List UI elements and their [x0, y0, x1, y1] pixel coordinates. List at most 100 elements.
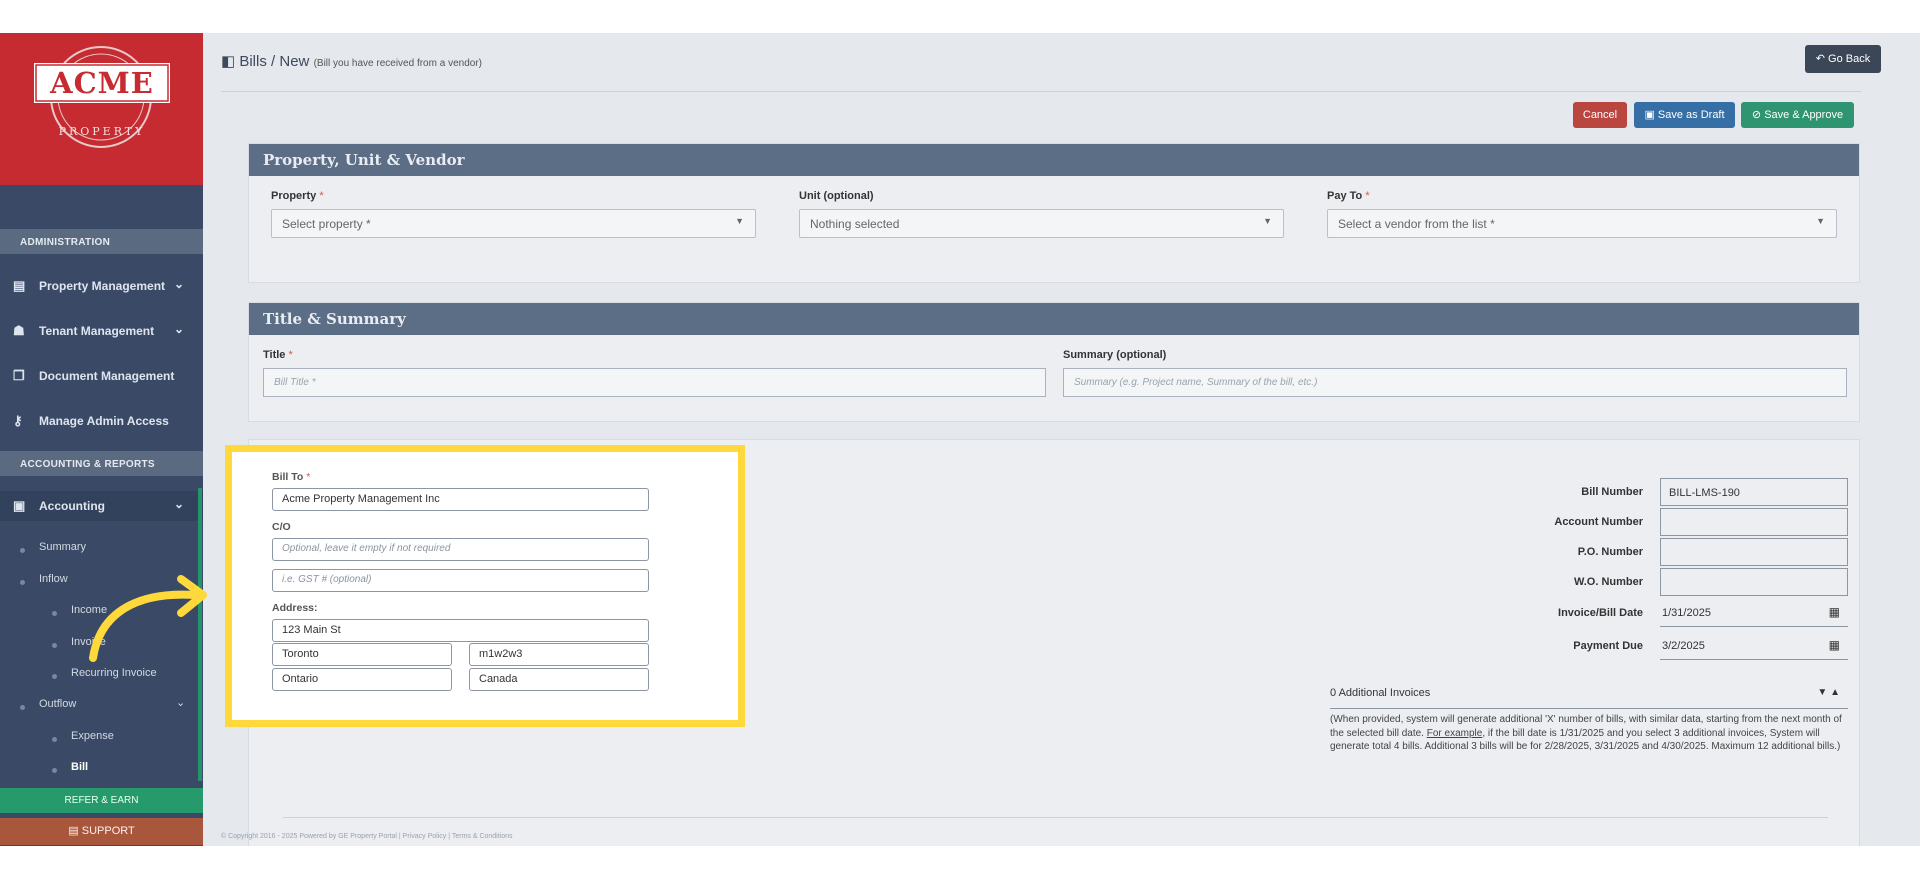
sidebar-item-label: Property Management	[39, 279, 166, 293]
bill-number-label: Bill Number	[1581, 486, 1643, 498]
city-input[interactable]: Toronto	[272, 643, 452, 666]
sidebar-sub-outflow[interactable]: Outflow	[39, 698, 76, 710]
sidebar-item-label: Manage Admin Access	[39, 414, 169, 428]
sidebar-item-manage-admin-access[interactable]: ⚷ Manage Admin Access	[0, 406, 203, 436]
sidebar-sub-inflow[interactable]: Inflow	[39, 573, 68, 585]
breadcrumb-new: New	[279, 53, 310, 70]
panel-property-unit-vendor: Property, Unit & Vendor Property * Selec…	[248, 143, 1860, 283]
co-input[interactable]: Optional, leave it empty if not required	[272, 538, 649, 561]
wo-number-input[interactable]	[1660, 568, 1848, 596]
account-number-input[interactable]	[1660, 508, 1848, 536]
gst-input[interactable]: i.e. GST # (optional)	[272, 569, 649, 592]
payment-due-value: 3/2/2025	[1662, 640, 1705, 652]
sidebar-item-tenant-management[interactable]: ☗ Tenant Management ⌄	[0, 316, 203, 346]
bill-date-value: 1/31/2025	[1662, 607, 1711, 619]
bill-to-highlight: Bill To * Acme Property Management Inc C…	[225, 445, 745, 727]
additional-invoices-label: 0 Additional Invoices	[1330, 687, 1431, 699]
footer-text: © Copyright 2016 - 2025 Powered by GE Pr…	[221, 833, 513, 840]
unit-select-value: Nothing selected	[810, 217, 900, 231]
sidebar-sub-recurring-invoice[interactable]: Recurring Invoice	[71, 667, 157, 679]
vendor-select[interactable]: Select a vendor from the list * ▼	[1327, 209, 1837, 238]
sidebar-sub-expense[interactable]: Expense	[71, 730, 114, 742]
users-icon: ☗	[13, 323, 25, 338]
country-input[interactable]: Canada	[469, 668, 649, 691]
brand-name: ACME	[50, 66, 154, 100]
key-icon: ⚷	[13, 413, 23, 428]
po-number-label: P.O. Number	[1577, 546, 1643, 558]
save-approve-label: Save & Approve	[1764, 109, 1844, 121]
sidebar-item-label: Tenant Management	[39, 324, 155, 338]
account-number-label: Account Number	[1554, 516, 1643, 528]
save-approve-button[interactable]: ⊘ Save & Approve	[1741, 102, 1854, 128]
sidebar-item-accounting[interactable]: ▣ Accounting ⌄	[0, 491, 203, 521]
go-back-button[interactable]: ↶ Go Back	[1805, 45, 1881, 73]
chevron-down-icon: ⌄	[174, 497, 185, 511]
postal-code-input[interactable]: m1w2w3	[469, 643, 649, 666]
po-number-input[interactable]	[1660, 538, 1848, 566]
breadcrumb-bills[interactable]: Bills	[239, 53, 267, 70]
bill-to-name-input[interactable]: Acme Property Management Inc	[272, 488, 649, 511]
refer-earn-button[interactable]: REFER & EARN	[0, 788, 203, 813]
divider	[221, 91, 1861, 92]
bills-icon: ◧	[221, 53, 240, 70]
panel-title: Property, Unit & Vendor	[249, 144, 1859, 176]
bill-number-input[interactable]: BILL-LMS-190	[1660, 478, 1848, 506]
tree-dot	[52, 737, 57, 742]
property-select-value: Select property *	[282, 217, 371, 231]
caret-down-icon: ▼	[1816, 216, 1825, 226]
sidebar-item-document-management[interactable]: ❐ Document Management	[0, 361, 203, 391]
documents-icon: ❐	[13, 368, 25, 383]
title-label: Title *	[263, 349, 293, 361]
money-icon: ▣	[13, 498, 26, 513]
tree-dot	[52, 611, 57, 616]
tree-dot	[20, 580, 25, 585]
check-circle-icon: ⊘	[1751, 109, 1765, 121]
unit-select[interactable]: Nothing selected ▼	[799, 209, 1284, 238]
sidebar-item-property-management[interactable]: ▤ Property Management ⌄	[0, 271, 203, 301]
bill-date-label: Invoice/Bill Date	[1558, 607, 1643, 619]
save-draft-button[interactable]: ▣ Save as Draft	[1634, 102, 1735, 128]
breadcrumb-separator: /	[271, 53, 276, 70]
sidebar-sub-summary[interactable]: Summary	[39, 541, 86, 553]
additional-invoices-note: (When provided, system will generate add…	[1330, 713, 1850, 754]
section-administration: ADMINISTRATION	[0, 229, 203, 254]
caret-down-icon: ▼	[1263, 216, 1272, 226]
sidebar-sub-bill[interactable]: Bill	[71, 761, 88, 773]
property-label: Property *	[271, 190, 324, 202]
calendar-icon[interactable]: ▦	[1829, 638, 1840, 652]
bill-date-input[interactable]: 1/31/2025 ▦	[1660, 599, 1848, 627]
title-input[interactable]: Bill Title *	[263, 368, 1046, 397]
street-input[interactable]: 123 Main St	[272, 619, 649, 642]
divider	[283, 817, 1828, 818]
chevron-down-icon: ⌄	[176, 697, 186, 709]
chevron-down-icon: ⌄	[174, 322, 185, 336]
vendor-select-value: Select a vendor from the list *	[1338, 217, 1495, 231]
support-button[interactable]: ▤ SUPPORT	[0, 818, 203, 845]
building-icon: ▤	[13, 278, 26, 293]
address-label: Address:	[272, 602, 318, 614]
tree-dot	[20, 548, 25, 553]
summary-input[interactable]: Summary (e.g. Project name, Summary of t…	[1063, 368, 1847, 397]
section-accounting-reports: ACCOUNTING & REPORTS	[0, 451, 203, 476]
wo-number-label: W.O. Number	[1573, 576, 1643, 588]
pointer-arrow-icon	[89, 575, 207, 662]
cancel-button[interactable]: Cancel	[1573, 102, 1627, 128]
note-example-link[interactable]: For example	[1427, 728, 1483, 739]
spinner-arrows-icon[interactable]: ▼ ▲	[1817, 687, 1840, 698]
sidebar-item-label: Document Management	[39, 369, 175, 383]
province-input[interactable]: Ontario	[272, 668, 452, 691]
support-icon: ▤	[68, 825, 82, 837]
save-draft-label: Save as Draft	[1657, 109, 1725, 121]
property-select[interactable]: Select property * ▼	[271, 209, 756, 238]
payment-due-input[interactable]: 3/2/2025 ▦	[1660, 632, 1848, 660]
go-back-label: Go Back	[1828, 53, 1871, 65]
summary-label: Summary (optional)	[1063, 349, 1167, 361]
sidebar: ACME PROPERTY ADMINISTRATION ▤ Property …	[0, 33, 203, 846]
chevron-down-icon: ⌄	[174, 277, 185, 291]
calendar-icon[interactable]: ▦	[1829, 605, 1840, 619]
additional-invoices-select[interactable]: 0 Additional Invoices ▼ ▲	[1330, 687, 1848, 709]
tree-dot	[52, 643, 57, 648]
tree-dot	[52, 674, 57, 679]
acme-logo-icon	[34, 46, 170, 148]
logo[interactable]: ACME PROPERTY	[0, 33, 203, 185]
